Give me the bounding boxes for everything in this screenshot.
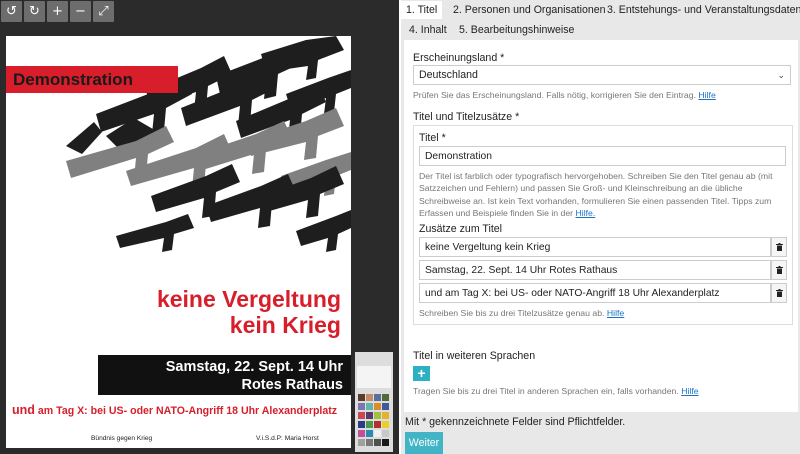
color-patch	[366, 430, 373, 437]
color-patch	[374, 412, 381, 419]
title-addition-input-3[interactable]: und am Tag X: bei US- oder NATO-Angriff …	[419, 283, 771, 303]
additions-label: Zusätze zum Titel	[419, 223, 503, 235]
color-patch	[382, 439, 389, 446]
color-calibration-chart	[355, 352, 393, 452]
color-patch	[358, 412, 365, 419]
other-languages-hint-text: Tragen Sie bis zu drei Titel in anderen …	[413, 386, 679, 396]
poster-address: und am Tag X: bei US- oder NATO-Angriff …	[12, 403, 337, 417]
zoom-in-icon: +	[52, 4, 63, 19]
tab-bearbeitungshinweise[interactable]: 5. Bearbeitungshinweise	[459, 23, 574, 37]
title-section-heading: Titel und Titelzusätze *	[413, 111, 520, 123]
country-select[interactable]: Deutschland ⌄	[413, 65, 791, 85]
color-patch	[358, 430, 365, 437]
country-help-link[interactable]: Hilfe	[698, 90, 715, 100]
next-button[interactable]: Weiter	[405, 432, 443, 454]
zoom-in-button[interactable]: +	[47, 1, 68, 22]
other-languages-label: Titel in weiteren Sprachen	[413, 350, 536, 362]
tab-personen[interactable]: 2. Personen und Organisationen	[453, 3, 606, 17]
color-patch	[358, 394, 365, 401]
title-label: Titel *	[419, 132, 446, 144]
poster-title: Demonstration	[6, 66, 178, 93]
poster-address-prefix: und	[12, 403, 35, 417]
color-patch	[366, 394, 373, 401]
color-patch	[358, 439, 365, 446]
color-patch	[358, 403, 365, 410]
title-hint-text: Der Titel ist farblich oder typografisch…	[419, 171, 773, 218]
poster-subtitle: keine Vergeltung kein Krieg	[157, 286, 341, 338]
country-value: Deutschland	[419, 69, 478, 81]
chevron-down-icon: ⌄	[777, 70, 785, 80]
color-patch	[366, 439, 373, 446]
required-fields-note: Mit * gekennzeichnete Felder sind Pflich…	[405, 416, 626, 428]
additions-help-link[interactable]: Hilfe	[607, 308, 624, 318]
fullscreen-button[interactable]: ⤢	[93, 1, 114, 22]
title-hint: Der Titel ist farblich oder typografisch…	[419, 170, 789, 219]
poster-date: Samstag, 22. Sept. 14 Uhr	[165, 359, 343, 375]
color-patch	[366, 412, 373, 419]
poster-location: Rotes Rathaus	[241, 377, 343, 393]
color-patch	[374, 403, 381, 410]
other-languages-help-link[interactable]: Hilfe	[681, 386, 698, 396]
calibration-label	[357, 366, 391, 388]
title-input[interactable]: Demonstration	[419, 146, 786, 166]
image-viewer: ↺ ↻ + − ⤢ Demonstration keine Vergeltung…	[0, 0, 399, 454]
poster-subtitle-line1: keine Vergeltung	[156, 286, 341, 312]
poster-footer-left: Bündnis gegen Krieg	[91, 435, 153, 442]
metadata-form-panel: 1. Titel 2. Personen und Organisationen …	[401, 0, 800, 454]
rotate-left-button[interactable]: ↺	[1, 1, 22, 22]
delete-addition-3-button[interactable]	[771, 283, 787, 303]
form-tabs: 1. Titel 2. Personen und Organisationen …	[401, 0, 800, 40]
rotate-right-button[interactable]: ↻	[24, 1, 45, 22]
trash-icon	[775, 266, 783, 274]
color-patch	[374, 394, 381, 401]
color-patch	[382, 412, 389, 419]
country-label: Erscheinungsland *	[413, 52, 505, 64]
trash-icon	[775, 289, 783, 297]
delete-addition-2-button[interactable]	[771, 260, 787, 280]
viewer-toolbar: ↺ ↻ + − ⤢	[0, 0, 399, 24]
zoom-out-icon: −	[75, 4, 86, 19]
color-patch	[366, 403, 373, 410]
title-addition-input-1[interactable]: keine Vergeltung kein Krieg	[419, 237, 771, 257]
color-patch	[382, 403, 389, 410]
rotate-right-icon: ↻	[29, 4, 40, 19]
trash-icon	[775, 243, 783, 251]
title-addition-input-2[interactable]: Samstag, 22. Sept. 14 Uhr Rotes Rathaus	[419, 260, 771, 280]
color-patch	[382, 430, 389, 437]
country-hint: Prüfen Sie das Erscheinungsland. Falls n…	[413, 89, 716, 101]
color-patch	[366, 421, 373, 428]
title-help-link[interactable]: Hilfe.	[575, 208, 595, 218]
tab-titel[interactable]: 1. Titel	[401, 1, 443, 19]
additions-hint: Schreiben Sie bis zu drei Titelzusätze g…	[419, 307, 624, 319]
zoom-out-button[interactable]: −	[70, 1, 91, 22]
poster-footer-right: V.i.S.d.P: Maria Horst	[256, 435, 319, 442]
fullscreen-icon: ⤢	[98, 4, 109, 19]
poster-address-text: am Tag X: bei US- oder NATO-Angriff 18 U…	[37, 405, 338, 417]
rotate-left-icon: ↺	[6, 4, 17, 19]
color-patch	[358, 421, 365, 428]
country-hint-text: Prüfen Sie das Erscheinungsland. Falls n…	[413, 90, 696, 100]
color-patch	[374, 439, 381, 446]
color-patch	[374, 430, 381, 437]
color-patch	[374, 421, 381, 428]
color-patch	[382, 421, 389, 428]
poster-date-band: Samstag, 22. Sept. 14 Uhr Rotes Rathaus	[98, 355, 351, 395]
additions-hint-text: Schreiben Sie bis zu drei Titelzusätze g…	[419, 308, 605, 318]
add-language-button[interactable]: +	[413, 366, 430, 381]
delete-addition-1-button[interactable]	[771, 237, 787, 257]
other-languages-hint: Tragen Sie bis zu drei Titel in anderen …	[413, 385, 699, 397]
form-body: Erscheinungsland * Deutschland ⌄ Prüfen …	[404, 40, 798, 412]
tab-entstehung[interactable]: 3. Entstehungs- und Veranstaltungsdaten	[607, 3, 800, 17]
color-patch	[382, 394, 389, 401]
poster-subtitle-line2: kein Krieg	[229, 312, 341, 338]
tab-inhalt[interactable]: 4. Inhalt	[409, 23, 447, 37]
poster-image[interactable]: Demonstration keine Vergeltung kein Krie…	[6, 36, 351, 448]
